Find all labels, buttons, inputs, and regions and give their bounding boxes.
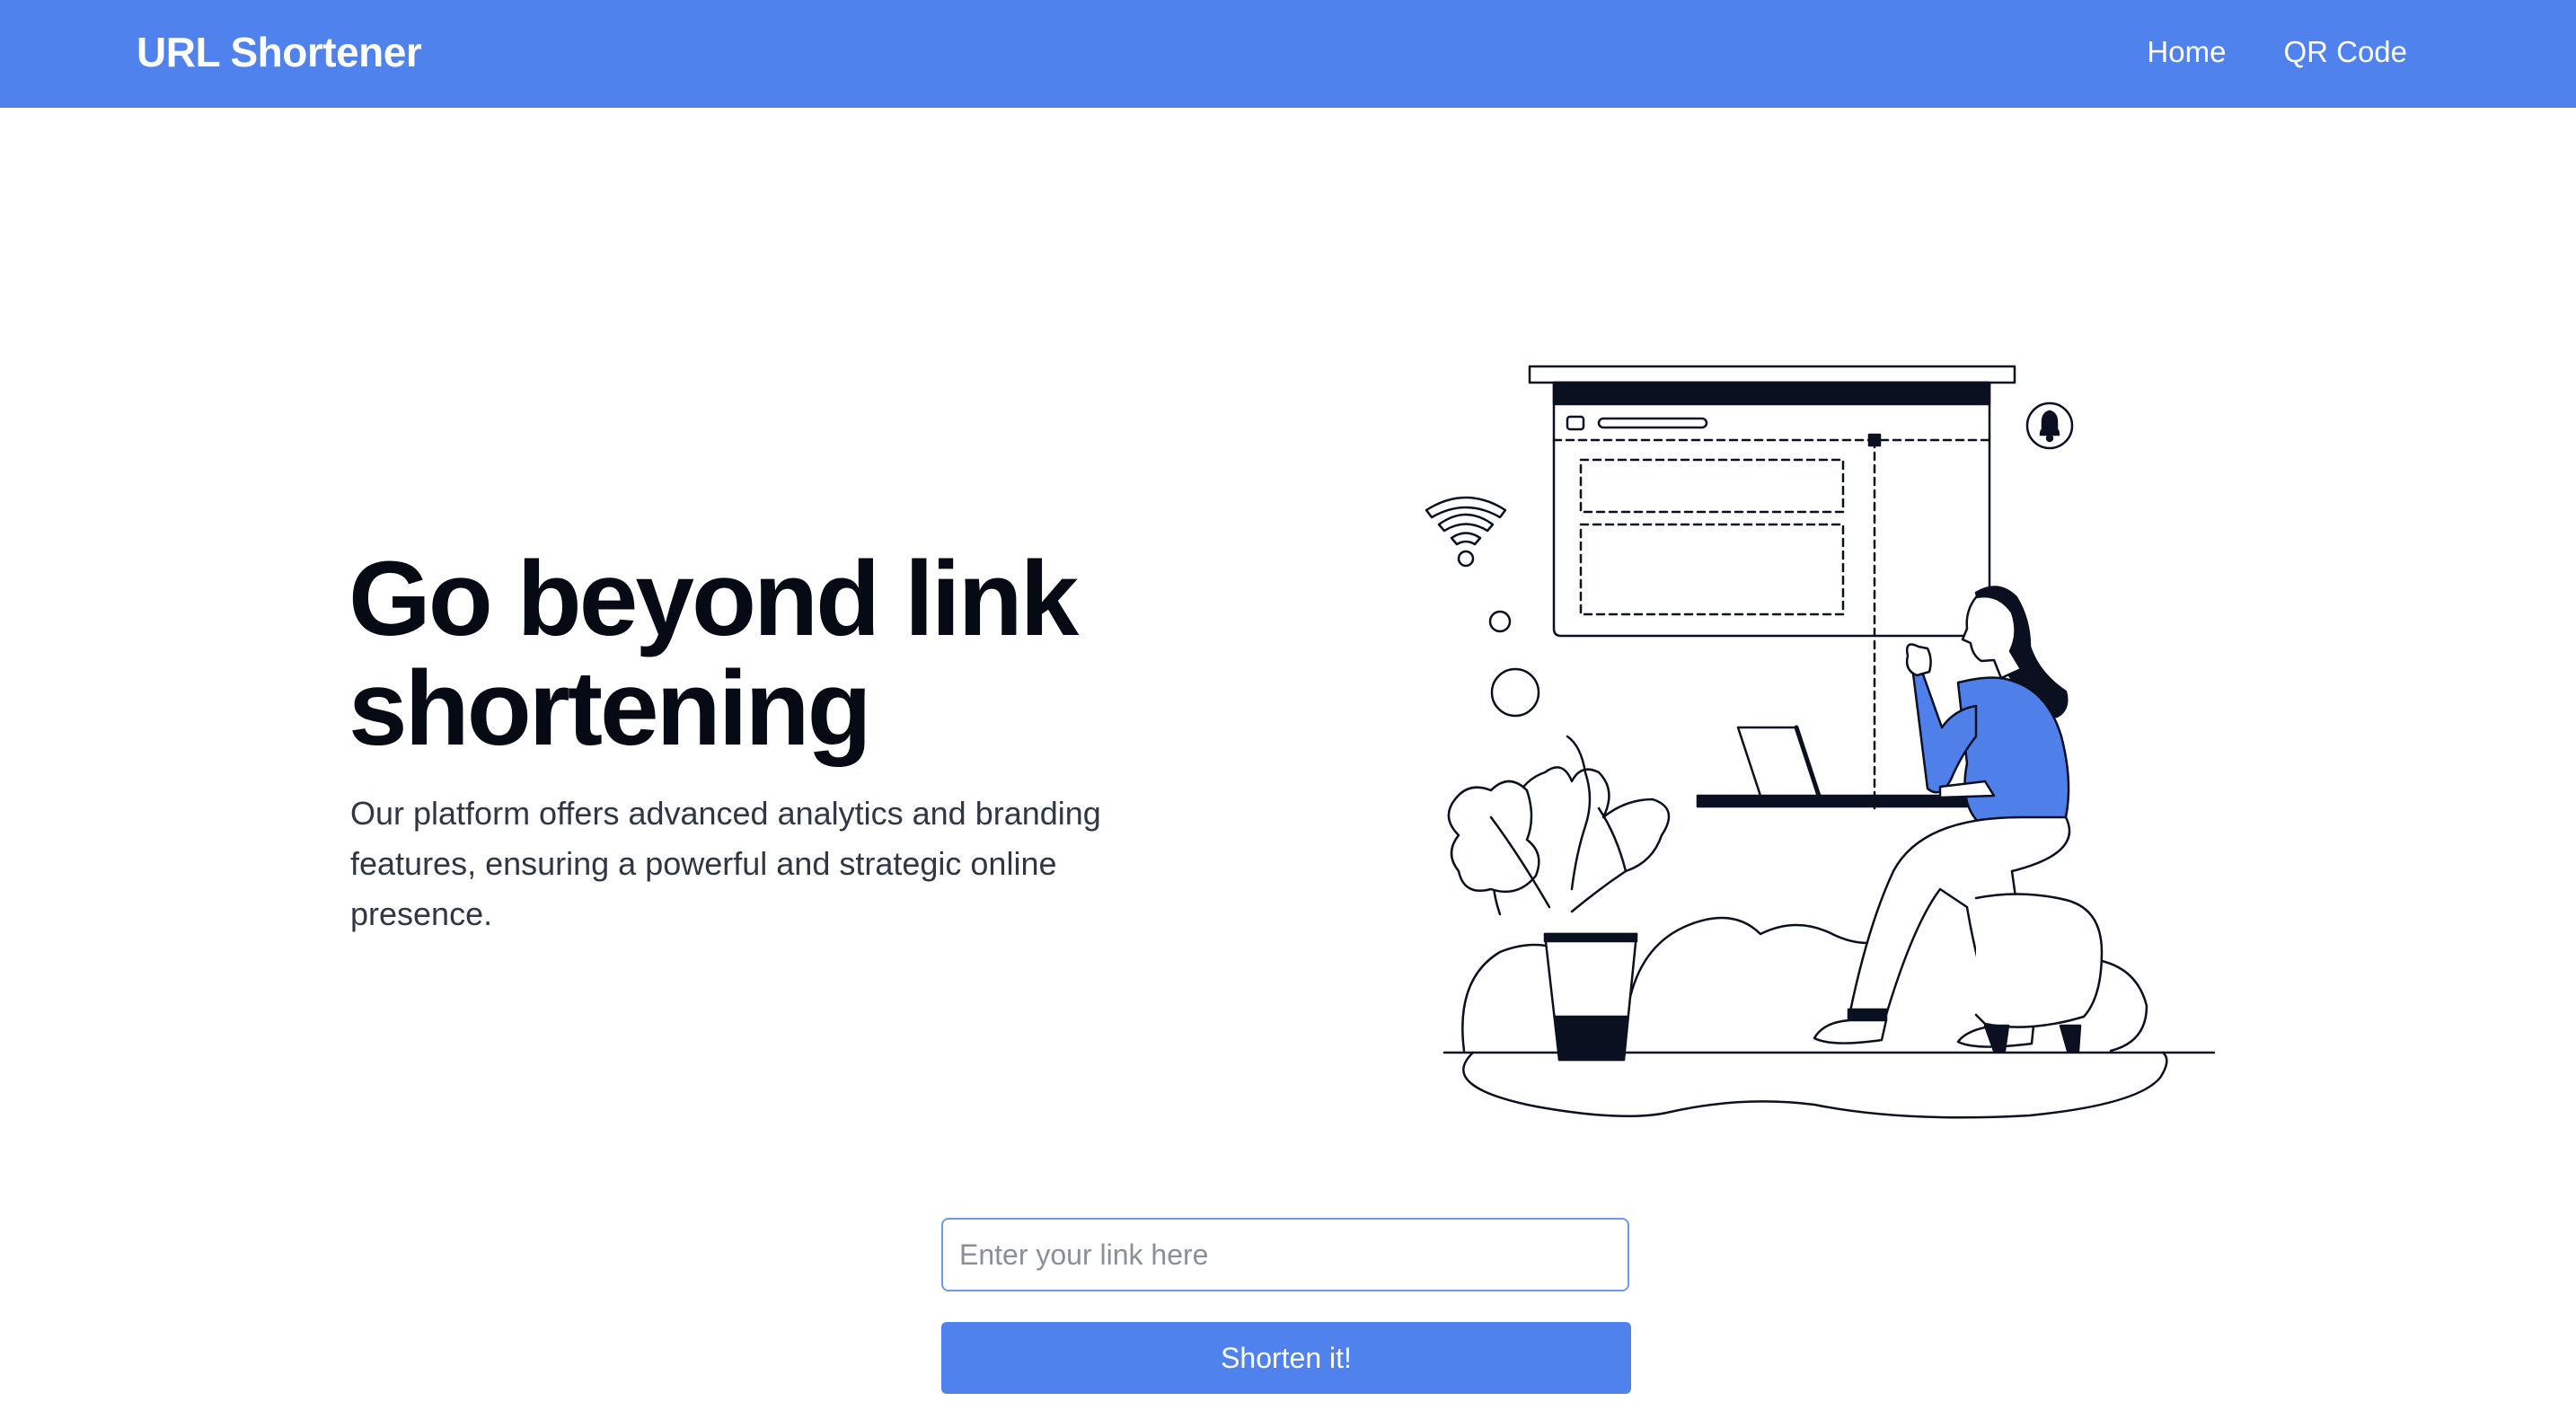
nav-link-home[interactable]: Home bbox=[2147, 25, 2226, 79]
link-input[interactable] bbox=[941, 1218, 1629, 1291]
hero-illustration bbox=[1425, 365, 2216, 1119]
nav-link-qr-code[interactable]: QR Code bbox=[2283, 25, 2407, 79]
nav-links: Home QR Code bbox=[2147, 25, 2407, 79]
brand-logo[interactable]: URL Shortener bbox=[137, 25, 422, 79]
hero-title: Go beyond link shortening bbox=[348, 540, 1079, 768]
shorten-button[interactable]: Shorten it! bbox=[941, 1322, 1631, 1394]
navbar: URL Shortener Home QR Code bbox=[0, 0, 2576, 108]
wifi-icon bbox=[1425, 496, 1507, 568]
bell-icon bbox=[2025, 401, 2074, 450]
hero-description: Our platform offers advanced analytics a… bbox=[350, 795, 1101, 932]
